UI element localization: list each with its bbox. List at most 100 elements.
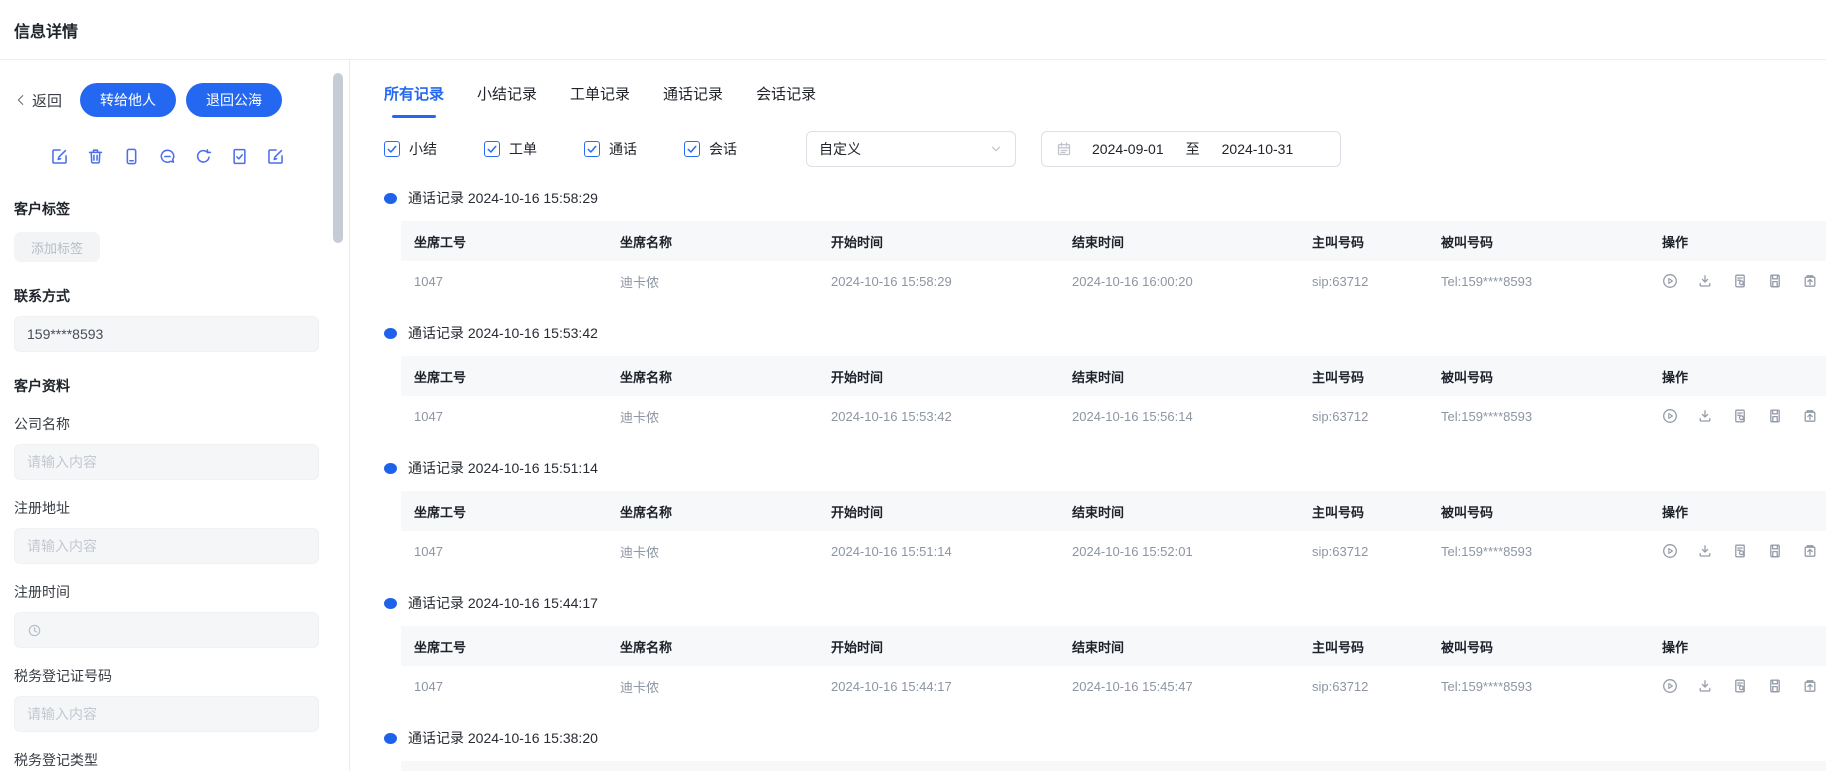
archive-icon[interactable] (1802, 678, 1818, 694)
download-icon[interactable] (1697, 678, 1713, 694)
record-title: 通话记录 2024-10-16 15:51:14 (408, 458, 598, 478)
company-name-input[interactable] (14, 444, 319, 480)
date-start[interactable]: 2024-09-01 (1092, 141, 1164, 157)
message-icon[interactable] (158, 147, 177, 166)
callee-cell: Tel:159****8593 (1428, 409, 1649, 424)
filter-bar: 小结 工单 通话 会话 自定义 (384, 131, 1826, 167)
compose-icon[interactable] (266, 147, 285, 166)
date-range-picker[interactable]: 2024-09-01 至 2024-10-31 (1041, 131, 1341, 167)
agent-id-cell: 1047 (401, 679, 607, 694)
delete-icon[interactable] (86, 147, 105, 166)
contact-title: 联系方式 (14, 286, 319, 306)
play-circle-icon[interactable] (1662, 543, 1678, 559)
callee-cell: Tel:159****8593 (1428, 274, 1649, 289)
agent-name-cell: 迪卡侬 (607, 407, 818, 426)
detail-search-icon[interactable] (1732, 273, 1748, 289)
call-record-table: 坐席工号坐席名称开始时间结束时间主叫号码被叫号码操作 1047迪卡侬2024-1… (401, 356, 1826, 436)
tab-session-records[interactable]: 会话记录 (756, 83, 816, 118)
record-doc-icon[interactable] (1767, 678, 1783, 694)
column-header: 开始时间 (818, 502, 1059, 521)
download-icon[interactable] (1697, 408, 1713, 424)
return-pool-button[interactable]: 退回公海 (186, 83, 282, 117)
table-row: 1047迪卡侬2024-10-16 15:44:172024-10-16 15:… (401, 666, 1826, 706)
checkbox-checked-icon (384, 141, 400, 157)
filter-checkbox-session[interactable]: 会话 (684, 139, 737, 159)
column-header: 主叫号码 (1299, 232, 1428, 251)
play-circle-icon[interactable] (1662, 408, 1678, 424)
tab-all-records[interactable]: 所有记录 (384, 83, 444, 118)
registration-time-picker[interactable] (14, 612, 319, 648)
row-actions (1649, 678, 1826, 694)
company-name-label: 公司名称 (14, 414, 319, 434)
download-icon[interactable] (1697, 543, 1713, 559)
calendar-icon (1056, 141, 1072, 157)
filter-checkbox-call[interactable]: 通话 (584, 139, 637, 159)
back-label: 返回 (32, 90, 62, 111)
column-header: 坐席工号 (401, 637, 607, 656)
play-circle-icon[interactable] (1662, 273, 1678, 289)
caller-cell: sip:63712 (1299, 409, 1428, 424)
registered-address-label: 注册地址 (14, 498, 319, 518)
end-time-cell: 2024-10-16 16:00:20 (1059, 274, 1299, 289)
record-body: 坐席工号坐席名称开始时间结束时间主叫号码被叫号码操作 1047迪卡侬2024-1… (384, 356, 1826, 436)
record-title: 通话记录 2024-10-16 15:44:17 (408, 593, 598, 613)
column-header: 操作 (1649, 637, 1826, 656)
records-panel: 所有记录 小结记录 工单记录 通话记录 会话记录 小结 工单 通话 (350, 60, 1826, 771)
filter-checkbox-summary[interactable]: 小结 (384, 139, 437, 159)
content-layout: 返回 转给他人 退回公海 客户标签 添加标签 联系方式 客户资料 公司名称 (0, 60, 1826, 771)
agent-id-cell: 1047 (401, 409, 607, 424)
column-header: 坐席名称 (607, 232, 818, 251)
record-header: 通话记录 2024-10-16 15:51:14 (384, 458, 1826, 478)
record-header: 通话记录 2024-10-16 15:53:42 (384, 323, 1826, 343)
record-doc-icon[interactable] (1767, 273, 1783, 289)
play-circle-icon[interactable] (1662, 678, 1678, 694)
row-actions (1649, 408, 1826, 424)
timeline-dot-icon (384, 463, 397, 474)
tab-summary-records[interactable]: 小结记录 (477, 83, 537, 118)
record-title: 通话记录 2024-10-16 15:58:29 (408, 188, 598, 208)
mobile-icon[interactable] (122, 147, 141, 166)
registered-address-input[interactable] (14, 528, 319, 564)
record-tabs: 所有记录 小结记录 工单记录 通话记录 会话记录 (384, 60, 1826, 118)
detail-search-icon[interactable] (1732, 543, 1748, 559)
record-body: 坐席工号坐席名称开始时间结束时间主叫号码被叫号码操作 1047迪卡侬2024-1… (384, 221, 1826, 301)
phone-input[interactable] (14, 316, 319, 352)
archive-icon[interactable] (1802, 543, 1818, 559)
date-range-preset-select[interactable]: 自定义 (806, 131, 1016, 167)
download-icon[interactable] (1697, 273, 1713, 289)
transfer-button[interactable]: 转给他人 (80, 83, 176, 117)
record-doc-icon[interactable] (1767, 543, 1783, 559)
record-header: 通话记录 2024-10-16 15:58:29 (384, 188, 1826, 208)
archive-icon[interactable] (1802, 273, 1818, 289)
add-tag-button[interactable]: 添加标签 (14, 232, 100, 262)
filter-checkbox-ticket[interactable]: 工单 (484, 139, 537, 159)
column-header: 结束时间 (1059, 637, 1299, 656)
task-check-icon[interactable] (230, 147, 249, 166)
scrollbar-thumb[interactable] (333, 73, 343, 243)
record-body: 坐席工号坐席名称开始时间结束时间主叫号码被叫号码操作 (384, 761, 1826, 771)
detail-search-icon[interactable] (1732, 408, 1748, 424)
table-header-row: 坐席工号坐席名称开始时间结束时间主叫号码被叫号码操作 (401, 221, 1826, 261)
clock-icon (27, 623, 42, 638)
timeline-record: 通话记录 2024-10-16 15:53:42 坐席工号坐席名称开始时间结束时… (384, 323, 1826, 436)
date-end[interactable]: 2024-10-31 (1222, 141, 1294, 157)
table-header-row: 坐席工号坐席名称开始时间结束时间主叫号码被叫号码操作 (401, 761, 1826, 771)
detail-search-icon[interactable] (1732, 678, 1748, 694)
sidebar-action-bar: 返回 转给他人 退回公海 (14, 83, 319, 117)
customer-sidebar: 返回 转给他人 退回公海 客户标签 添加标签 联系方式 客户资料 公司名称 (0, 60, 350, 771)
refresh-icon[interactable] (194, 147, 213, 166)
tab-call-records[interactable]: 通话记录 (663, 83, 723, 118)
archive-icon[interactable] (1802, 408, 1818, 424)
row-actions (1649, 273, 1826, 289)
tax-reg-number-input[interactable] (14, 696, 319, 732)
call-record-table: 坐席工号坐席名称开始时间结束时间主叫号码被叫号码操作 1047迪卡侬2024-1… (401, 626, 1826, 706)
customer-profile-title: 客户资料 (14, 376, 319, 396)
topbar: 信息详情 (0, 0, 1826, 60)
record-doc-icon[interactable] (1767, 408, 1783, 424)
edit-icon[interactable] (50, 147, 69, 166)
tab-ticket-records[interactable]: 工单记录 (570, 83, 630, 118)
record-title: 通话记录 2024-10-16 15:53:42 (408, 323, 598, 343)
timeline-dot-icon (384, 598, 397, 609)
call-record-table: 坐席工号坐席名称开始时间结束时间主叫号码被叫号码操作 (401, 761, 1826, 771)
back-button[interactable]: 返回 (14, 90, 62, 111)
